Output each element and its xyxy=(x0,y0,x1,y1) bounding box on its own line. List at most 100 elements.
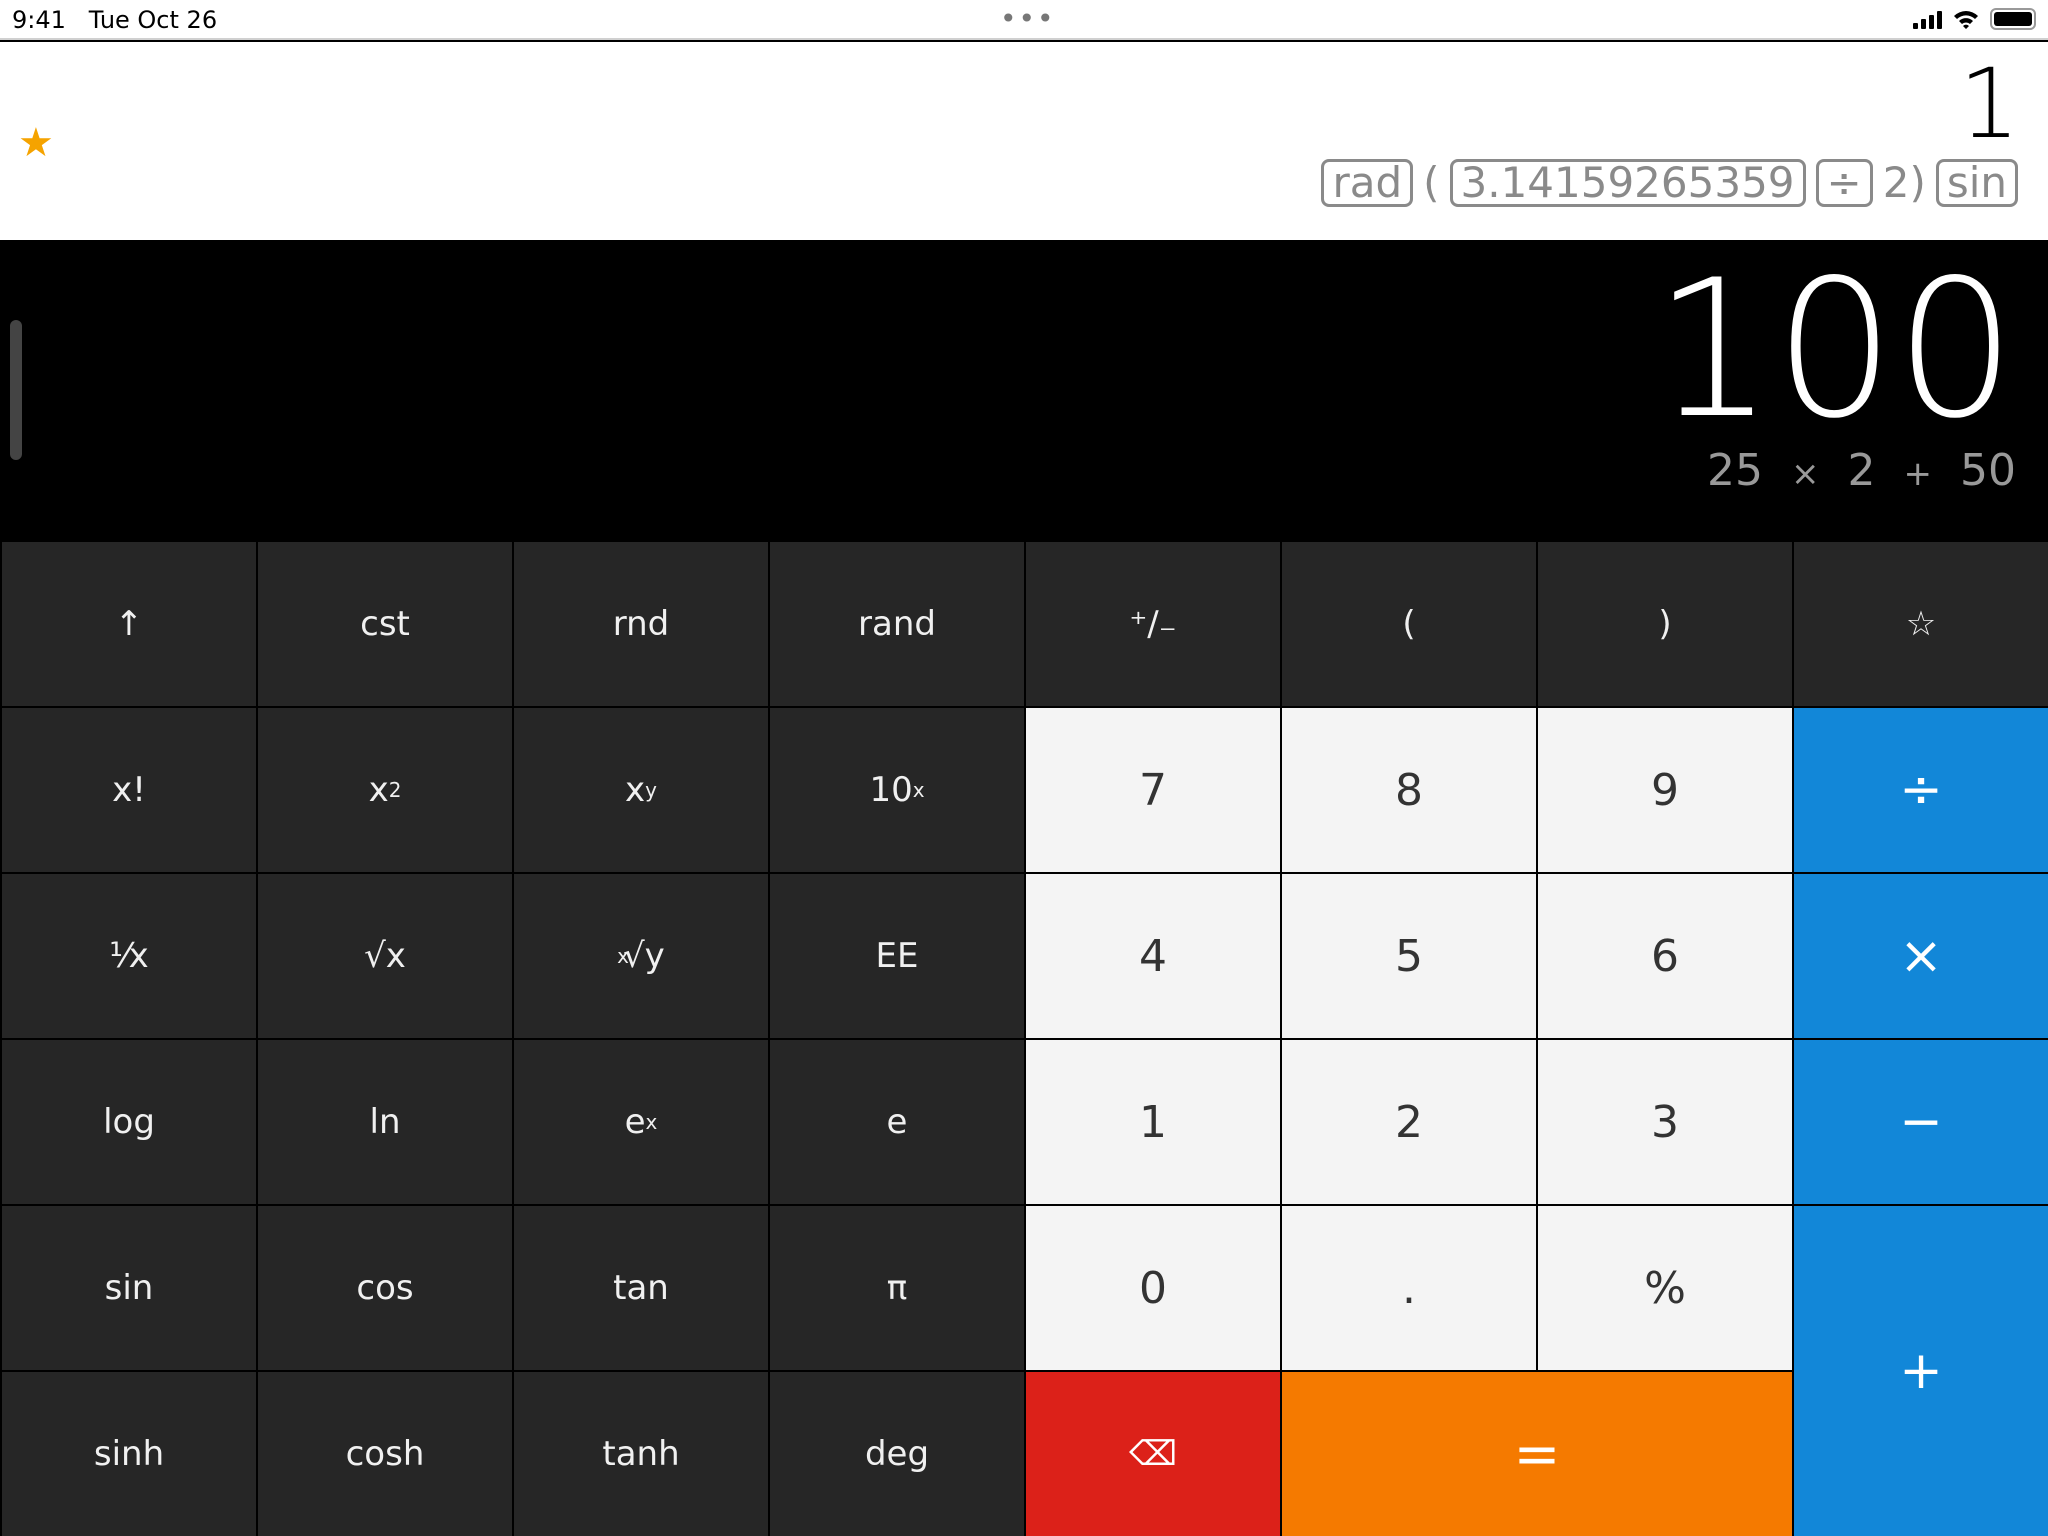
key-sinh[interactable]: sinh xyxy=(2,1372,256,1536)
key-label: − xyxy=(1899,1092,1943,1152)
key-label: sin xyxy=(104,1268,154,1308)
multitasking-dots[interactable]: ••• xyxy=(1000,2,1056,35)
key-label: . xyxy=(1402,1262,1416,1314)
expression-token[interactable]: rad xyxy=(1321,158,1414,207)
display-expression-token: × xyxy=(1791,454,1820,494)
key-4[interactable]: 4 xyxy=(1026,874,1280,1038)
key-e[interactable]: e xyxy=(770,1040,1024,1204)
key-1[interactable]: 1 xyxy=(1026,1040,1280,1204)
key-favorite[interactable]: ☆ xyxy=(1794,542,2048,706)
key-8[interactable]: 8 xyxy=(1282,708,1536,872)
key-label: π xyxy=(886,1268,908,1308)
drag-handle[interactable] xyxy=(10,320,22,460)
key-label: tanh xyxy=(602,1434,680,1474)
key-decimal[interactable]: . xyxy=(1282,1206,1536,1370)
key-0[interactable]: 0 xyxy=(1026,1206,1280,1370)
key-rparen[interactable]: ) xyxy=(1538,542,1792,706)
key-label: 0 xyxy=(1139,1262,1167,1314)
key-label: ln xyxy=(369,1102,401,1142)
key-log[interactable]: log xyxy=(2,1040,256,1204)
status-time: 9:41 Tue Oct 26 xyxy=(12,6,218,34)
key-root[interactable]: x √y xyxy=(514,874,768,1038)
key-9[interactable]: 9 xyxy=(1538,708,1792,872)
superscript: x xyxy=(645,1110,658,1134)
previous-expression: rad(3.14159265359 ÷ 2) sin xyxy=(1321,158,2018,207)
arrow-up-icon: ↑ xyxy=(114,604,144,644)
main-display: 100 25 × 2 +50 xyxy=(0,240,2048,540)
expression-token[interactable]: ÷ xyxy=(1815,158,1873,207)
key-label: tan xyxy=(613,1268,669,1308)
backspace-icon: ⌫ xyxy=(1128,1434,1178,1474)
key-cos[interactable]: cos xyxy=(258,1206,512,1370)
key-ln[interactable]: ln xyxy=(258,1040,512,1204)
key-label: 4 xyxy=(1139,930,1167,982)
key-cst[interactable]: cst xyxy=(258,542,512,706)
status-bar: 9:41 Tue Oct 26 ••• xyxy=(0,0,2048,40)
key-power[interactable]: xy xyxy=(514,708,768,872)
key-deg[interactable]: deg xyxy=(770,1372,1024,1536)
display-value: 100 xyxy=(1653,239,2016,460)
key-rand[interactable]: rand xyxy=(770,542,1024,706)
key-label: cst xyxy=(360,604,410,644)
display-expression-token: 2 xyxy=(1847,445,1876,496)
star-outline-icon: ☆ xyxy=(1905,604,1937,644)
key-label: e xyxy=(886,1102,908,1142)
key-2[interactable]: 2 xyxy=(1282,1040,1536,1204)
key-add[interactable]: + xyxy=(1794,1206,2048,1536)
key-label: × xyxy=(1899,926,1943,986)
key-7[interactable]: 7 xyxy=(1026,708,1280,872)
key-5[interactable]: 5 xyxy=(1282,874,1536,1038)
key-negate[interactable]: ⁺∕₋ xyxy=(1026,542,1280,706)
key-percent[interactable]: % xyxy=(1538,1206,1792,1370)
key-label: rand xyxy=(858,604,936,644)
key-pi[interactable]: π xyxy=(770,1206,1024,1370)
key-subtract[interactable]: − xyxy=(1794,1040,2048,1204)
key-tanh[interactable]: tanh xyxy=(514,1372,768,1536)
key-exp[interactable]: ex xyxy=(514,1040,768,1204)
key-lparen[interactable]: ( xyxy=(1282,542,1536,706)
key-sqrt[interactable]: √x xyxy=(258,874,512,1038)
key-backspace[interactable]: ⌫ xyxy=(1026,1372,1280,1536)
key-factorial[interactable]: x! xyxy=(2,708,256,872)
key-label: √y xyxy=(623,936,665,976)
key-label: + xyxy=(1899,1341,1943,1401)
key-sin[interactable]: sin xyxy=(2,1206,256,1370)
key-divide[interactable]: ÷ xyxy=(1794,708,2048,872)
key-square[interactable]: x2 xyxy=(258,708,512,872)
previous-result: 1 xyxy=(1958,48,2020,160)
expression-token[interactable]: sin xyxy=(1935,158,2018,207)
key-3[interactable]: 3 xyxy=(1538,1040,1792,1204)
key-multiply[interactable]: × xyxy=(1794,874,2048,1038)
expression-token[interactable]: 3.14159265359 xyxy=(1449,158,1806,207)
key-label: e xyxy=(624,1102,646,1142)
favorite-star-icon[interactable]: ★ xyxy=(18,120,54,166)
key-ten-power[interactable]: 10 x xyxy=(770,708,1024,872)
key-label: EE xyxy=(875,936,919,976)
plus-minus-icon: ⁺∕₋ xyxy=(1129,604,1177,644)
key-label: x xyxy=(368,770,389,810)
key-label: ( xyxy=(1402,604,1416,644)
battery-icon xyxy=(1990,8,2036,30)
key-tan[interactable]: tan xyxy=(514,1206,768,1370)
superscript: y xyxy=(645,778,657,802)
key-ee[interactable]: EE xyxy=(770,874,1024,1038)
key-rnd[interactable]: rnd xyxy=(514,542,768,706)
key-label: 2 xyxy=(1395,1096,1423,1148)
cellular-signal-icon xyxy=(1913,9,1942,29)
expression-token: 2) xyxy=(1882,158,1926,207)
key-cosh[interactable]: cosh xyxy=(258,1372,512,1536)
wifi-icon xyxy=(1954,11,1978,29)
key-label: cosh xyxy=(345,1434,425,1474)
key-label: 7 xyxy=(1139,764,1167,816)
key-equals[interactable]: = xyxy=(1282,1372,1792,1536)
key-label: 6 xyxy=(1651,930,1679,982)
key-label: 3 xyxy=(1651,1096,1679,1148)
key-label: ÷ xyxy=(1899,760,1943,820)
key-reciprocal[interactable]: ¹⁄x xyxy=(2,874,256,1038)
key-6[interactable]: 6 xyxy=(1538,874,1792,1038)
history-header: ★ 1 rad(3.14159265359 ÷ 2) sin xyxy=(0,42,2048,240)
superscript: 2 xyxy=(388,778,402,802)
key-shift[interactable]: ↑ xyxy=(2,542,256,706)
key-label: % xyxy=(1644,1262,1686,1314)
keypad: ↑ cst rnd rand ⁺∕₋() ☆ x! x 2 x y 10 x 7 8 9 ÷ ¹⁄x √x x √y EE… xyxy=(0,540,2048,1536)
